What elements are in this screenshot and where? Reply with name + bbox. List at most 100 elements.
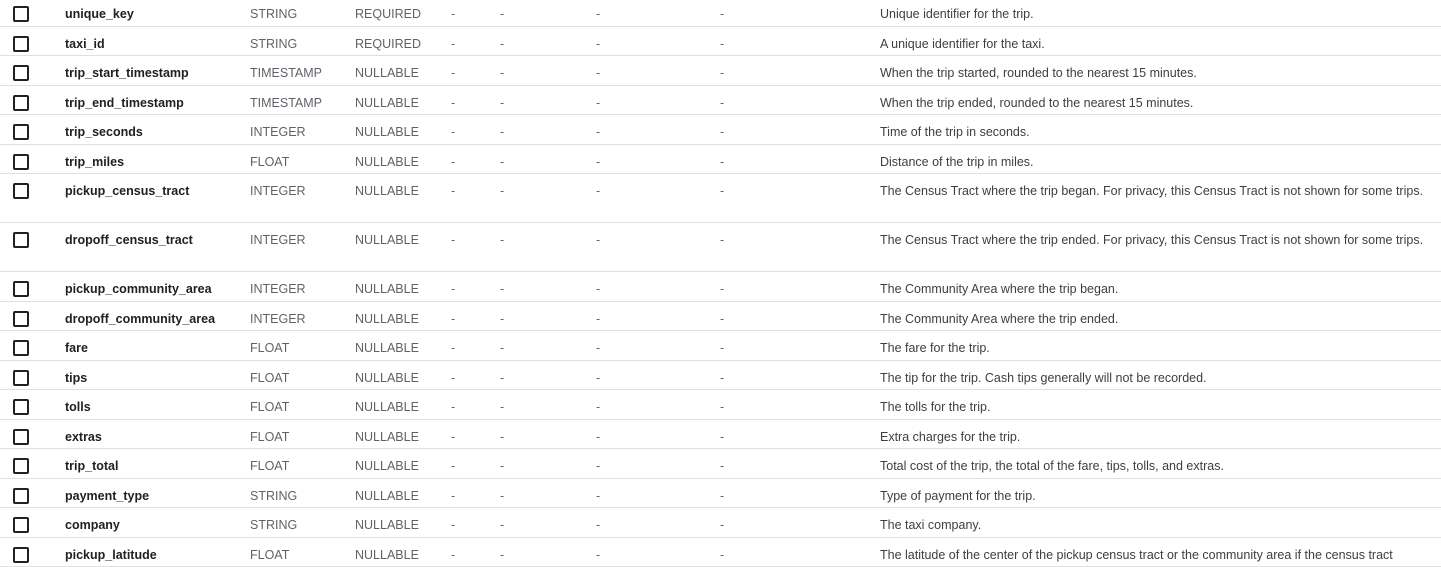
field-policy-tags: - [720, 282, 725, 296]
field-name: trip_total [65, 459, 119, 473]
field-key: - [451, 7, 456, 21]
field-description: The Census Tract where the trip ended. F… [880, 233, 1424, 247]
table-row[interactable]: dropoff_census_tract INTEGER NULLABLE - … [0, 223, 1441, 272]
field-mode: NULLABLE [355, 370, 419, 385]
table-row[interactable]: trip_end_timestamp TIMESTAMP NULLABLE - … [0, 86, 1441, 115]
row-select-checkbox[interactable] [13, 94, 29, 111]
field-name: company [65, 518, 120, 532]
row-select-checkbox[interactable] [13, 487, 29, 504]
field-type: STRING [250, 488, 298, 503]
field-policy-tags: - [720, 400, 725, 414]
row-select-checkbox[interactable] [13, 458, 29, 474]
field-key: - [451, 547, 456, 562]
field-description: The Census Tract where the trip began. F… [880, 184, 1424, 198]
field-collation: - [500, 36, 505, 51]
field-policy-tags: - [720, 184, 725, 198]
field-description: Time of the trip in seconds. [880, 125, 1030, 139]
field-type: TIMESTAMP [250, 95, 322, 110]
table-row[interactable]: tips FLOAT NULLABLE - - - - The tip for … [0, 361, 1441, 390]
row-select-checkbox[interactable] [13, 340, 29, 356]
row-select-checkbox[interactable] [13, 183, 29, 199]
field-key: - [451, 429, 456, 444]
field-key: - [451, 370, 456, 385]
schema-table: unique_key STRING REQUIRED - - - - Uniqu… [0, 0, 1441, 567]
field-mode: NULLABLE [355, 282, 419, 296]
row-select-checkbox[interactable] [13, 369, 29, 386]
field-name: fare [65, 341, 88, 355]
field-description: Unique identifier for the trip. [880, 7, 1034, 21]
table-row[interactable]: trip_seconds INTEGER NULLABLE - - - - Ti… [0, 115, 1441, 145]
field-type: INTEGER [250, 184, 306, 198]
field-policy-tags: - [720, 125, 725, 139]
field-collation: - [500, 547, 505, 562]
field-default-value: - [596, 233, 601, 247]
row-select-checkbox[interactable] [13, 517, 29, 533]
field-collation: - [500, 282, 505, 296]
field-name: pickup_latitude [65, 547, 157, 562]
table-row[interactable]: dropoff_community_area INTEGER NULLABLE … [0, 302, 1441, 331]
field-key: - [451, 125, 456, 139]
table-row[interactable]: trip_miles FLOAT NULLABLE - - - - Distan… [0, 145, 1441, 174]
field-key: - [451, 66, 456, 80]
field-mode: NULLABLE [355, 459, 419, 473]
field-default-value: - [596, 429, 601, 444]
field-collation: - [500, 341, 505, 355]
table-row[interactable]: trip_start_timestamp TIMESTAMP NULLABLE … [0, 56, 1441, 86]
row-select-checkbox[interactable] [13, 35, 29, 52]
table-row[interactable]: trip_total FLOAT NULLABLE - - - - Total … [0, 449, 1441, 479]
table-row[interactable]: tolls FLOAT NULLABLE - - - - The tolls f… [0, 390, 1441, 420]
row-select-checkbox[interactable] [13, 310, 29, 327]
table-row[interactable]: taxi_id STRING REQUIRED - - - - A unique… [0, 27, 1441, 56]
field-mode: NULLABLE [355, 400, 419, 414]
table-row[interactable]: pickup_community_area INTEGER NULLABLE -… [0, 272, 1441, 302]
row-select-checkbox[interactable] [13, 232, 29, 248]
field-collation: - [500, 184, 505, 198]
field-type: FLOAT [250, 154, 290, 169]
field-type: INTEGER [250, 282, 306, 296]
field-type: STRING [250, 7, 298, 21]
field-description: Distance of the trip in miles. [880, 154, 1034, 169]
field-policy-tags: - [720, 36, 725, 51]
field-name: trip_start_timestamp [65, 66, 189, 80]
field-description: The fare for the trip. [880, 341, 990, 355]
field-collation: - [500, 459, 505, 473]
field-type: FLOAT [250, 400, 290, 414]
field-type: FLOAT [250, 547, 290, 562]
field-mode: REQUIRED [355, 7, 421, 21]
table-row[interactable]: company STRING NULLABLE - - - - The taxi… [0, 508, 1441, 538]
field-name: payment_type [65, 488, 150, 503]
table-row[interactable]: pickup_census_tract INTEGER NULLABLE - -… [0, 174, 1441, 223]
field-default-value: - [596, 370, 601, 385]
field-mode: REQUIRED [355, 36, 421, 51]
row-select-checkbox[interactable] [13, 281, 29, 297]
field-mode: NULLABLE [355, 233, 419, 247]
field-name: tips [65, 370, 88, 385]
table-row[interactable]: unique_key STRING REQUIRED - - - - Uniqu… [0, 0, 1441, 27]
field-default-value: - [596, 66, 601, 80]
row-select-checkbox[interactable] [13, 65, 29, 81]
field-collation: - [500, 488, 505, 503]
field-default-value: - [596, 311, 601, 326]
field-policy-tags: - [720, 233, 725, 247]
field-default-value: - [596, 518, 601, 532]
field-type: TIMESTAMP [250, 66, 322, 80]
field-policy-tags: - [720, 7, 725, 21]
table-row[interactable]: fare FLOAT NULLABLE - - - - The fare for… [0, 331, 1441, 361]
row-select-checkbox[interactable] [13, 124, 29, 140]
row-select-checkbox[interactable] [13, 399, 29, 415]
row-select-checkbox[interactable] [13, 428, 29, 445]
table-row[interactable]: payment_type STRING NULLABLE - - - - Typ… [0, 479, 1441, 508]
field-policy-tags: - [720, 66, 725, 80]
row-select-checkbox[interactable] [13, 546, 29, 563]
table-row[interactable]: pickup_latitude FLOAT NULLABLE - - - - T… [0, 538, 1441, 567]
field-policy-tags: - [720, 95, 725, 110]
field-default-value: - [596, 7, 601, 21]
field-collation: - [500, 7, 505, 21]
row-select-checkbox[interactable] [13, 153, 29, 170]
row-select-checkbox[interactable] [13, 6, 29, 22]
table-row[interactable]: extras FLOAT NULLABLE - - - - Extra char… [0, 420, 1441, 449]
field-mode: NULLABLE [355, 518, 419, 532]
field-policy-tags: - [720, 429, 725, 444]
field-description: A unique identifier for the taxi. [880, 36, 1045, 51]
field-default-value: - [596, 459, 601, 473]
